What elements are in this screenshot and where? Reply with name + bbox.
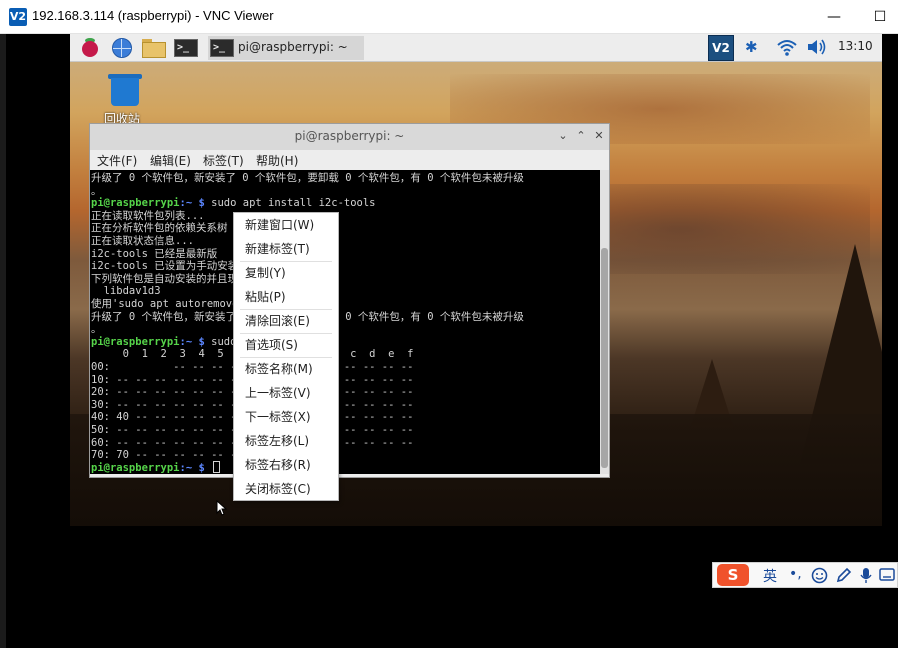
context-menu-item[interactable]: 复制(Y) bbox=[235, 261, 337, 285]
terminal-line: 。 bbox=[91, 323, 102, 335]
terminal-output[interactable]: 升级了 0 个软件包，新安装了 0 个软件包，要卸载 0 个软件包，有 0 个软… bbox=[90, 170, 600, 474]
terminal-line: 正在读取状态信息... bbox=[91, 235, 194, 247]
keyboard-icon[interactable] bbox=[879, 568, 895, 582]
context-menu-item[interactable]: 标签右移(R) bbox=[235, 453, 337, 477]
terminal-line: 正在分析软件包的依赖关系树 bbox=[91, 222, 228, 234]
terminal-line-text: 。 bbox=[91, 184, 102, 197]
minimize-button[interactable]: — bbox=[820, 6, 848, 28]
vnc-title-bar: V2 192.168.3.114 (raspberrypi) - VNC Vie… bbox=[0, 0, 898, 34]
window-title: 192.168.3.114 (raspberrypi) - VNC Viewer bbox=[32, 8, 274, 23]
terminal-cursor bbox=[213, 461, 220, 473]
terminal-icon: >_ bbox=[174, 39, 198, 57]
terminal-icon: >_ bbox=[210, 39, 234, 57]
context-menu: 新建窗口(W) 新建标签(T) 复制(Y) 粘贴(P) 清除回滚(E) 首选项(S) 标签名… bbox=[233, 212, 339, 501]
mouse-pointer-icon bbox=[216, 500, 228, 516]
trash-icon[interactable] bbox=[108, 74, 142, 108]
terminal-line-text: 正在分析软件包的依赖关系树 bbox=[91, 222, 228, 235]
terminal-line-text: 升级了 0 个软件包，新安装了 0 个软件包，要卸载 0 个软件包，有 0 个软… bbox=[91, 172, 524, 184]
context-menu-item[interactable]: 清除回滚(E) bbox=[235, 309, 337, 333]
vnc-server-tray-icon[interactable]: V2 bbox=[708, 35, 734, 61]
menu-tabs[interactable]: 标签(T) bbox=[203, 152, 244, 169]
web-browser-icon[interactable] bbox=[110, 37, 134, 59]
prompt-path: :~ $ bbox=[179, 335, 205, 348]
bluetooth-icon[interactable]: ✱ bbox=[745, 38, 758, 56]
terminal-line: 正在读取软件包列表... bbox=[91, 210, 204, 222]
terminal-window: pi@raspberrypi: ~ ⌄ ⌃ ✕ 文件(F) 编辑(E) 标签(T… bbox=[89, 123, 610, 478]
context-menu-item[interactable]: 标签左移(L) bbox=[235, 429, 337, 453]
terminal-scrollbar[interactable] bbox=[600, 170, 609, 474]
context-menu-item[interactable]: 上一标签(V) bbox=[235, 381, 337, 405]
taskbar-item-label: pi@raspberrypi: ~ bbox=[238, 40, 348, 54]
terminal-line: libdav1d3 bbox=[91, 285, 161, 297]
terminal-line-text bbox=[205, 462, 211, 474]
volume-icon[interactable] bbox=[806, 37, 828, 57]
terminal-close-button[interactable]: ✕ bbox=[592, 128, 606, 144]
sogou-logo-icon[interactable]: S bbox=[717, 564, 749, 586]
menu-file[interactable]: 文件(F) bbox=[97, 152, 137, 169]
mic-icon[interactable] bbox=[859, 567, 873, 584]
prompt-path: :~ $ bbox=[179, 197, 205, 210]
terminal-line-text: i2c-tools 已设置为手动安装。 bbox=[91, 260, 249, 273]
vnc-viewer-icon: V2 bbox=[9, 8, 27, 26]
terminal-title-bar[interactable]: pi@raspberrypi: ~ ⌄ ⌃ ✕ bbox=[90, 124, 609, 151]
terminal-line-text: libdav1d3 bbox=[91, 285, 161, 298]
context-menu-item[interactable]: 标签名称(M) bbox=[235, 357, 337, 381]
clock[interactable]: 13:10 bbox=[838, 39, 873, 53]
ime-punctuation-toggle[interactable]: •, bbox=[789, 566, 802, 582]
prompt-path: :~ $ bbox=[179, 461, 205, 474]
terminal-line-text: sudo apt install i2c-tools bbox=[204, 197, 376, 210]
viewer-left-border bbox=[0, 34, 6, 648]
terminal-line-text: 正在读取软件包列表... bbox=[91, 209, 205, 222]
terminal-title: pi@raspberrypi: ~ bbox=[294, 129, 405, 143]
context-menu-item[interactable]: 下一标签(X) bbox=[235, 405, 337, 429]
pen-icon[interactable] bbox=[835, 567, 852, 584]
emoji-icon[interactable] bbox=[811, 567, 828, 584]
context-menu-item[interactable]: 首选项(S) bbox=[235, 333, 337, 357]
context-menu-item[interactable]: 新建窗口(W) bbox=[235, 213, 337, 237]
terminal-menu-bar: 文件(F) 编辑(E) 标签(T) 帮助(H) bbox=[90, 150, 609, 170]
terminal-line: 。 bbox=[91, 185, 102, 197]
terminal-line: i2c-tools 已经是最新版 bbox=[91, 248, 217, 260]
file-manager-icon[interactable] bbox=[142, 37, 166, 59]
ime-toolbar: S 英 •, bbox=[712, 562, 898, 588]
terminal-line: i2c-tools 已设置为手动安装。 bbox=[91, 260, 249, 272]
maximize-button[interactable]: ☐ bbox=[866, 6, 894, 28]
menu-help[interactable]: 帮助(H) bbox=[256, 152, 298, 169]
terminal-line: pi@raspberrypi:~ $ bbox=[91, 462, 211, 474]
terminal-line: 升级了 0 个软件包，新安装了 0 个软件包，要卸载 0 个软件包，有 0 个软… bbox=[91, 172, 524, 184]
terminal-line: pi@raspberrypi:~ $ sudo apt install i2c-… bbox=[91, 197, 376, 209]
terminal-line-text: 。 bbox=[91, 323, 102, 336]
prompt-user-host: pi@raspberrypi bbox=[91, 461, 180, 474]
terminal-minimize-button[interactable]: ⌄ bbox=[556, 128, 570, 144]
context-menu-item[interactable]: 新建标签(T) bbox=[235, 237, 337, 261]
vnc-remote-view[interactable]: >_ >_ pi@raspberrypi: ~ V2 ✱ 13:10 回收站 p… bbox=[0, 34, 898, 648]
ime-language-toggle[interactable]: 英 bbox=[763, 566, 777, 586]
wifi-icon[interactable] bbox=[776, 37, 798, 57]
desktop-panel: >_ >_ pi@raspberrypi: ~ V2 ✱ 13:10 bbox=[70, 34, 882, 62]
prompt-user-host: pi@raspberrypi bbox=[91, 197, 180, 210]
terminal-launcher-icon[interactable]: >_ bbox=[174, 37, 198, 59]
terminal-line-text: i2c-tools 已经是最新版 bbox=[91, 247, 218, 260]
scrollbar-thumb[interactable] bbox=[601, 248, 608, 468]
context-menu-item[interactable]: 粘贴(P) bbox=[235, 285, 337, 309]
menu-edit[interactable]: 编辑(E) bbox=[150, 152, 191, 169]
taskbar-item-terminal[interactable]: >_ pi@raspberrypi: ~ bbox=[208, 36, 364, 60]
terminal-line-text: 正在读取状态信息... bbox=[91, 235, 194, 247]
raspberry-menu-icon[interactable] bbox=[78, 37, 102, 59]
terminal-maximize-button[interactable]: ⌃ bbox=[574, 128, 588, 144]
context-menu-item[interactable]: 关闭标签(C) bbox=[235, 477, 337, 501]
prompt-user-host: pi@raspberrypi bbox=[91, 335, 180, 348]
